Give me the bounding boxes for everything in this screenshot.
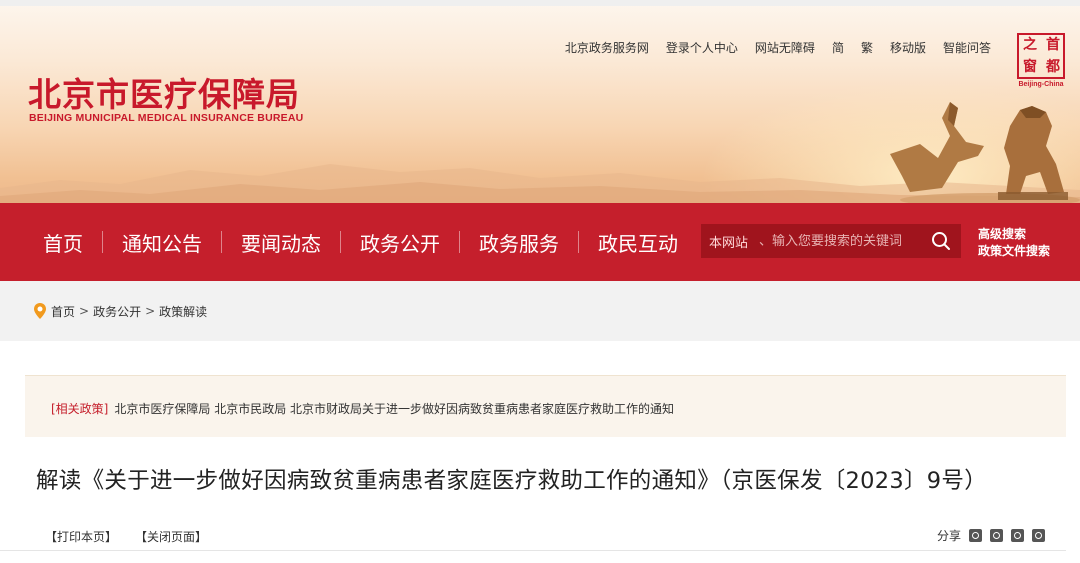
link-simplified[interactable]: 简 xyxy=(832,39,844,56)
nav-label[interactable]: 政务公开 xyxy=(341,228,459,257)
advanced-search-link[interactable]: 高级搜索 xyxy=(978,226,1050,243)
nav-label[interactable]: 通知公告 xyxy=(103,228,221,257)
share-bar: 分享 xyxy=(937,527,1046,544)
search-scope-select[interactable]: 本网站 xyxy=(701,232,759,251)
share-label: 分享 xyxy=(937,529,962,543)
seal-char: 都 xyxy=(1046,59,1060,75)
seal-char: 之 xyxy=(1023,37,1037,53)
related-policy-line: [相关政策] 北京市医疗保障局 北京市民政局 北京市财政局关于进一步做好因病致贫重… xyxy=(51,400,674,417)
nav-item-notices[interactable]: 通知公告 xyxy=(103,203,221,281)
link-smart-qa[interactable]: 智能问答 xyxy=(943,39,991,56)
main-nav: 首页 通知公告 要闻动态 政务公开 政务服务 政民互动 xyxy=(24,203,697,281)
related-policy-tag: [相关政策] xyxy=(51,402,109,416)
related-policy-link[interactable]: 北京市医疗保障局 北京市民政局 北京市财政局关于进一步做好因病致贫重病患者家庭医… xyxy=(114,402,674,416)
nav-item-interaction[interactable]: 政民互动 xyxy=(579,203,697,281)
header-banner: 北京市医疗保障局 BEIJING MUNICIPAL MEDICAL INSUR… xyxy=(0,0,1080,203)
qq-share-icon[interactable] xyxy=(1032,529,1046,542)
nav-item-home[interactable]: 首页 xyxy=(24,203,102,281)
seal-caption: Beijing-China xyxy=(1018,81,1064,88)
site-logo-subtitle: BEIJING MUNICIPAL MEDICAL INSURANCE BURE… xyxy=(29,112,304,124)
site-logo-title[interactable]: 北京市医疗保障局 xyxy=(28,68,300,116)
link-beijing-gov-service[interactable]: 北京政务服务网 xyxy=(565,39,649,56)
location-pin-icon xyxy=(34,303,46,319)
breadcrumb: 首页 > 政务公开 > 政策解读 xyxy=(33,302,211,320)
search-icon xyxy=(932,232,950,250)
search-button[interactable] xyxy=(923,224,959,258)
link-traditional[interactable]: 繁 xyxy=(861,39,873,56)
breadcrumb-home[interactable]: 首页 xyxy=(51,303,75,320)
breadcrumb-separator: > xyxy=(145,304,156,318)
article-actions: 【打印本页】 【关闭页面】 xyxy=(45,528,207,545)
bronze-statue-image xyxy=(890,102,1080,203)
nav-item-news[interactable]: 要闻动态 xyxy=(222,203,340,281)
seal-char: 窗 xyxy=(1023,59,1037,75)
seal-frame: 之 首 窗 都 xyxy=(1017,33,1065,79)
wechat-share-icon[interactable] xyxy=(1011,529,1025,542)
policy-file-search-link[interactable]: 政策文件搜索 xyxy=(978,243,1050,260)
link-personal-center[interactable]: 登录个人中心 xyxy=(666,39,738,56)
nav-label[interactable]: 首页 xyxy=(24,228,102,257)
nav-label[interactable]: 要闻动态 xyxy=(222,228,340,257)
print-page-button[interactable]: 【打印本页】 xyxy=(45,528,117,545)
close-page-button[interactable]: 【关闭页面】 xyxy=(135,528,207,545)
top-strip xyxy=(0,0,1080,6)
link-accessibility[interactable]: 网站无障碍 xyxy=(755,39,815,56)
site-search: 本网站 xyxy=(701,224,961,258)
seal-char: 首 xyxy=(1046,37,1060,53)
search-input[interactable] xyxy=(759,233,923,249)
breadcrumb-separator: > xyxy=(79,304,90,318)
breadcrumb-policy-interpretation[interactable]: 政策解读 xyxy=(159,303,207,320)
nav-item-gov-services[interactable]: 政务服务 xyxy=(460,203,578,281)
breadcrumb-gov-affairs[interactable]: 政务公开 xyxy=(93,303,141,320)
article-title: 解读《关于进一步做好因病致贫重病患者家庭医疗救助工作的通知》（京医保发〔2023… xyxy=(36,468,988,494)
advanced-search-links: 高级搜索 政策文件搜索 xyxy=(978,226,1050,260)
link-mobile[interactable]: 移动版 xyxy=(890,39,926,56)
related-policy-box: [相关政策] 北京市医疗保障局 北京市民政局 北京市财政局关于进一步做好因病致贫重… xyxy=(25,375,1066,437)
weibo-share-icon[interactable] xyxy=(969,529,983,542)
capital-window-seal-icon[interactable]: 之 首 窗 都 Beijing-China xyxy=(1016,33,1066,89)
article-toolbar: 【打印本页】 【关闭页面】 分享 xyxy=(0,521,1066,551)
qzone-share-icon[interactable] xyxy=(990,529,1004,542)
nav-label[interactable]: 政民互动 xyxy=(579,228,697,257)
nav-label[interactable]: 政务服务 xyxy=(460,228,578,257)
top-links: 北京政务服务网 登录个人中心 网站无障碍 简 繁 移动版 智能问答 xyxy=(548,39,991,56)
nav-item-gov-affairs[interactable]: 政务公开 xyxy=(341,203,459,281)
